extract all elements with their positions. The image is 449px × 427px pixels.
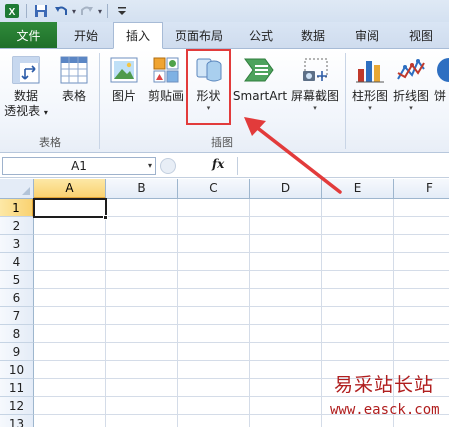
column-header-e[interactable]: E <box>322 179 394 199</box>
watermark-url: www.easck.com <box>330 402 440 418</box>
column-chart-label: 柱形图 <box>351 89 388 103</box>
quick-access-toolbar: X ▾ ▾ <box>0 0 449 22</box>
pivot-table-caret-icon: ▾ <box>43 108 48 117</box>
column-chart-caret-icon: ▾ <box>368 104 372 112</box>
excel-logo-icon[interactable]: X <box>3 2 21 20</box>
ribbon-insert: 数据 透视表 ▾ 表格 表格 图片 剪贴画 形状 ▾ SmartArt 屏幕截图… <box>0 49 449 153</box>
column-chart-button[interactable]: 柱形图 ▾ <box>350 55 390 112</box>
row-header-5[interactable]: 5 <box>0 271 34 289</box>
screenshot-label: 屏幕截图 <box>290 89 339 103</box>
table-icon <box>60 56 88 84</box>
line-chart-icon <box>397 59 425 80</box>
customize-toolbar-icon[interactable] <box>113 2 131 20</box>
tables-group-label: 表格 <box>39 136 61 149</box>
tab-file[interactable]: 文件 <box>0 22 57 48</box>
row-header-13[interactable]: 13 <box>0 415 34 427</box>
tab-insert[interactable]: 插入 <box>113 22 163 49</box>
row-header-1[interactable]: 1 <box>0 199 34 217</box>
ribbon-tabs: 文件 开始 插入 页面布局 公式 数据 审阅 视图 <box>0 22 449 49</box>
row-header-3[interactable]: 3 <box>0 235 34 253</box>
tab-home[interactable]: 开始 <box>59 22 113 48</box>
fill-handle[interactable] <box>103 215 108 220</box>
pie-chart-icon <box>437 58 449 82</box>
smartart-icon <box>244 58 274 82</box>
group-divider <box>345 53 346 149</box>
name-box-dropdown-icon[interactable]: ▾ <box>148 158 152 174</box>
line-chart-label: 折线图 <box>392 89 429 103</box>
pivot-table-label-2: 透视表 ▾ <box>4 104 48 118</box>
column-header-b[interactable]: B <box>106 179 178 199</box>
name-box[interactable]: A1 ▾ <box>2 157 156 175</box>
tab-formulas[interactable]: 公式 <box>235 22 287 48</box>
column-header-a[interactable]: A <box>34 179 106 199</box>
row-header-8[interactable]: 8 <box>0 325 34 343</box>
column-header-d[interactable]: D <box>250 179 322 199</box>
undo-icon[interactable] <box>52 2 70 20</box>
row-header-6[interactable]: 6 <box>0 289 34 307</box>
row-header-9[interactable]: 9 <box>0 343 34 361</box>
name-box-value: A1 <box>71 159 87 173</box>
screenshot-icon <box>303 58 328 81</box>
picture-button[interactable]: 图片 <box>106 55 142 104</box>
formula-bar-expand-icon[interactable] <box>160 158 176 174</box>
row-header-11[interactable]: 11 <box>0 379 34 397</box>
tab-page-layout[interactable]: 页面布局 <box>163 22 235 48</box>
save-icon[interactable] <box>32 2 50 20</box>
tab-view[interactable]: 视图 <box>395 22 447 48</box>
smartart-label: SmartArt <box>232 89 288 103</box>
column-header-c[interactable]: C <box>178 179 250 199</box>
line-chart-caret-icon: ▾ <box>409 104 413 112</box>
smartart-button[interactable]: SmartArt <box>232 55 288 104</box>
undo-dropdown-icon[interactable]: ▾ <box>72 7 76 16</box>
clip-art-button[interactable]: 剪贴画 <box>146 55 186 104</box>
line-chart-button[interactable]: 折线图 ▾ <box>390 55 432 112</box>
pivot-table-button[interactable]: 数据 透视表 ▾ <box>4 55 48 120</box>
insert-function-button[interactable]: fx <box>212 157 224 171</box>
redo-dropdown-icon[interactable]: ▾ <box>98 7 102 16</box>
screenshot-button[interactable]: 屏幕截图 ▾ <box>290 55 340 112</box>
tab-data[interactable]: 数据 <box>287 22 339 48</box>
clip-art-label: 剪贴画 <box>147 89 184 103</box>
column-chart-icon <box>356 61 384 83</box>
divider <box>26 4 27 18</box>
clip-art-icon <box>153 57 179 83</box>
table-button[interactable]: 表格 <box>56 55 92 104</box>
screenshot-caret-icon: ▾ <box>313 104 317 112</box>
row-header-10[interactable]: 10 <box>0 361 34 379</box>
row-header-12[interactable]: 12 <box>0 397 34 415</box>
pivot-table-label-1: 数据 <box>13 89 38 103</box>
formula-bar: A1 ▾ fx <box>0 154 449 178</box>
redo-icon[interactable] <box>78 2 96 20</box>
row-header-2[interactable]: 2 <box>0 217 34 235</box>
active-cell-a1[interactable] <box>33 198 107 218</box>
svg-text:X: X <box>9 7 16 18</box>
picture-icon <box>110 57 138 83</box>
pivot-table-icon <box>12 56 40 84</box>
illustrations-group-label: 插图 <box>211 136 233 149</box>
row-header-7[interactable]: 7 <box>0 307 34 325</box>
row-header-4[interactable]: 4 <box>0 253 34 271</box>
tab-review[interactable]: 审阅 <box>339 22 395 48</box>
pie-chart-button[interactable]: 饼 <box>434 55 449 104</box>
shapes-highlight-box <box>186 49 231 125</box>
formula-input[interactable] <box>237 157 449 175</box>
table-label: 表格 <box>61 89 86 103</box>
column-header-f[interactable]: F <box>394 179 449 199</box>
watermark-text: 易采站长站 <box>334 374 435 396</box>
divider <box>107 4 109 18</box>
picture-label: 图片 <box>111 89 136 103</box>
select-all-button[interactable] <box>0 179 34 199</box>
pie-chart-label: 饼 <box>434 89 447 103</box>
